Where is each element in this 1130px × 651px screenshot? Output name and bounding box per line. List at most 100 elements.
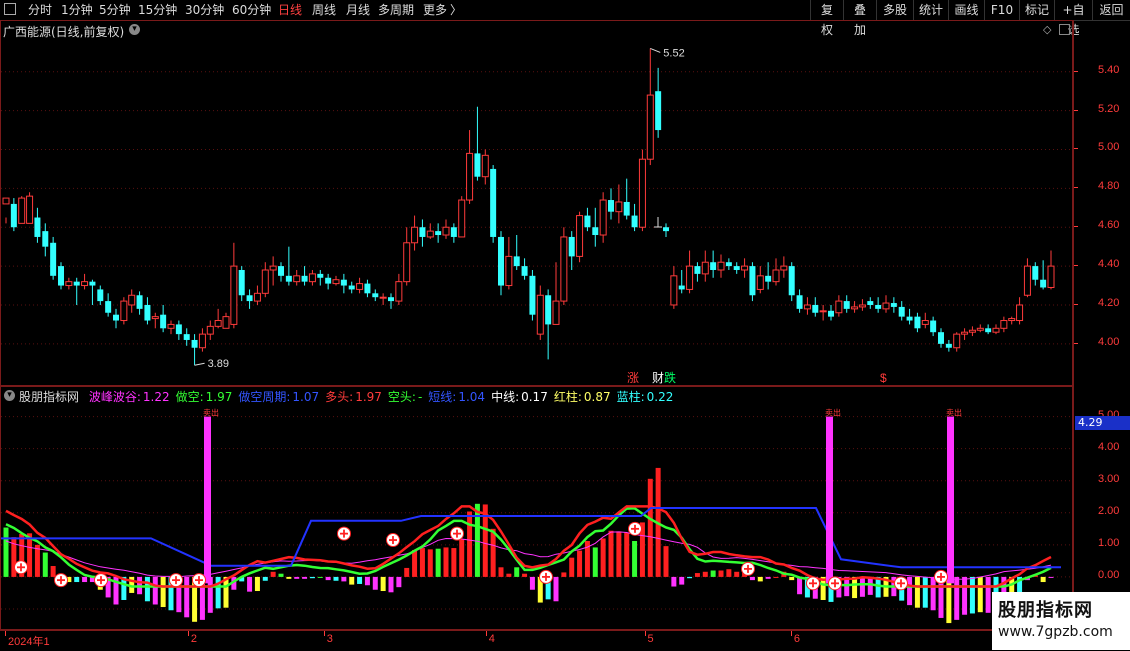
hist-bar (341, 576, 347, 582)
candle (458, 196, 466, 238)
candle (536, 285, 544, 340)
candle (803, 297, 811, 315)
short-line (5, 507, 1052, 588)
toolbar-button-7[interactable]: +自选 (1054, 0, 1092, 37)
candle (395, 273, 403, 305)
low-pointer (194, 362, 205, 366)
period-tab-1[interactable]: 1分钟 (61, 1, 93, 19)
sell-pillar-1 (826, 416, 833, 584)
hist-bar (514, 567, 520, 577)
hist-bar (930, 576, 936, 611)
event-marker-3: $ (880, 371, 887, 385)
period-tab-9[interactable]: 多周期 (378, 1, 414, 19)
candle (340, 273, 347, 294)
candle (160, 304, 167, 333)
candle (1008, 316, 1016, 325)
period-tab-3[interactable]: 15分钟 (138, 1, 177, 19)
hist-bar (522, 573, 528, 577)
hist-bar (914, 576, 920, 608)
candle (678, 269, 685, 294)
candle (325, 273, 332, 290)
hist-bar (647, 478, 653, 577)
candle (521, 258, 528, 280)
candle (426, 223, 434, 239)
hist-bar (569, 557, 575, 577)
toolbar-button-8[interactable]: 返回 (1092, 0, 1130, 20)
candle (34, 207, 41, 243)
toolbar-button-0[interactable]: 复权 (810, 0, 843, 37)
hist-bar (144, 576, 150, 602)
hist-bar (907, 576, 913, 606)
period-tab-6[interactable]: 日线 (278, 1, 302, 19)
toolbar-button-6[interactable]: 标记 (1019, 0, 1054, 20)
candle (167, 320, 175, 335)
candle (631, 203, 638, 232)
candle (592, 207, 599, 247)
signal-marker (628, 521, 642, 536)
candle (930, 316, 937, 337)
sell-signal-text: 卖出 (946, 408, 962, 418)
candle (120, 297, 128, 325)
hist-bar (687, 576, 693, 579)
main-kline-panel[interactable]: 广西能源(日线,前复权) ▾ ◇ 5.52 3.89 涨财跌 $ (0, 20, 1073, 386)
candle (725, 258, 732, 270)
indicator-tick: 3.00 (1098, 472, 1120, 485)
candle (175, 320, 182, 340)
price-tick: 4.60 (1098, 219, 1120, 232)
candle (875, 297, 882, 313)
period-tab-4[interactable]: 30分钟 (185, 1, 224, 19)
hist-bar (632, 541, 638, 577)
hist-bar (412, 549, 418, 577)
candle (576, 211, 584, 263)
period-tab-7[interactable]: 周线 (312, 1, 336, 19)
candle (646, 48, 654, 166)
signal-marker (741, 561, 755, 576)
candle (113, 308, 119, 329)
toolbar-button-4[interactable]: 画线 (948, 0, 984, 20)
candle (151, 312, 159, 329)
candle (411, 215, 419, 251)
period-tab-5[interactable]: 60分钟 (232, 1, 271, 19)
candle (214, 308, 222, 329)
period-tab-0[interactable]: 分时 (28, 1, 52, 19)
hist-bar (459, 539, 465, 577)
candle (498, 231, 504, 296)
hist-bar (152, 576, 158, 605)
signal-marker (450, 526, 464, 541)
price-tick: 5.20 (1098, 102, 1120, 115)
date-tick-0: 2024年1 (8, 636, 50, 648)
signal-marker (54, 573, 68, 588)
candle (968, 326, 976, 337)
candle (749, 262, 756, 302)
hist-bar (467, 511, 473, 577)
hist-bar (616, 531, 622, 577)
more-arrow-icon[interactable]: 〉 (450, 1, 462, 19)
candle (1000, 316, 1008, 333)
toolbar-button-2[interactable]: 多股 (876, 0, 913, 20)
period-tab-8[interactable]: 月线 (346, 1, 370, 19)
hist-bar (624, 532, 630, 577)
period-tab-10[interactable]: 更多 (423, 1, 447, 19)
hist-bar (946, 576, 952, 624)
toolbar-button-1[interactable]: 叠加 (843, 0, 876, 37)
candle (18, 196, 26, 224)
hist-bar (404, 567, 410, 577)
hist-bar (380, 576, 386, 592)
menu-icon[interactable] (4, 3, 16, 15)
period-tab-2[interactable]: 5分钟 (99, 1, 131, 19)
candle (867, 297, 874, 309)
hist-bar (679, 576, 685, 585)
candle (97, 285, 104, 305)
candle (105, 293, 112, 317)
hist-bar (74, 576, 80, 583)
hist-bar (710, 570, 716, 577)
candle (560, 227, 568, 305)
toolbar-button-5[interactable]: F10 (984, 0, 1019, 20)
candle (828, 304, 834, 321)
indicator-panel[interactable]: ▾ 股朋指标网 波峰波谷: 1.22 做空: 1.97 做空周期: 1.07 多头: 1.97… (0, 386, 1073, 630)
hist-bar (561, 572, 567, 577)
toolbar-button-3[interactable]: 统计 (913, 0, 948, 20)
hist-bar (3, 527, 9, 577)
hist-bar (718, 570, 724, 577)
high-pointer (650, 47, 661, 53)
